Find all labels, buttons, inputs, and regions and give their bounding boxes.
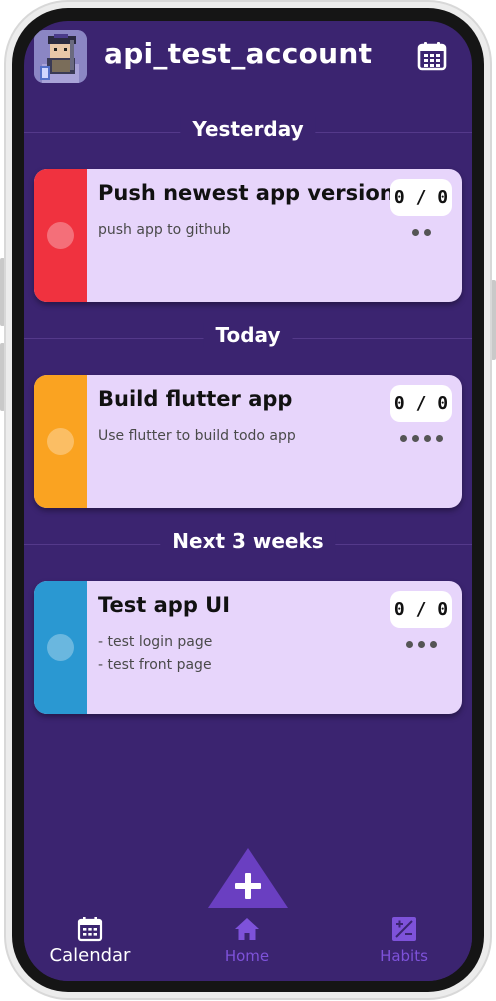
nav-calendar[interactable]: Calendar [30, 916, 150, 976]
task-title: Test app UI [98, 593, 231, 617]
app-header: api_test_account [24, 21, 472, 131]
task-description: push app to github [98, 222, 231, 238]
task-description: - test login page - test front page [98, 634, 213, 673]
section-label: Today [203, 323, 293, 347]
nav-home[interactable]: Home [187, 916, 307, 976]
section-header-next-3-weeks: Next 3 weeks [24, 529, 472, 559]
task-complete-toggle[interactable] [47, 634, 74, 661]
task-progress-count: 0 / 0 [390, 385, 452, 422]
task-progress-count: 0 / 0 [390, 179, 452, 216]
calendar-icon [417, 42, 447, 71]
task-more-dots[interactable] [390, 222, 452, 242]
nav-habits-label: Habits [380, 947, 428, 965]
home-icon [235, 918, 259, 940]
nav-home-label: Home [224, 947, 270, 965]
section-header-yesterday: Yesterday [24, 117, 472, 147]
task-title: Push newest app version [98, 181, 395, 205]
app-screen: api_test_account Yesterday Push newest a… [24, 21, 472, 981]
bottom-navigation: Calendar Home Habits [24, 906, 472, 981]
task-card[interactable]: Build flutter app Use flutter to build t… [34, 375, 462, 508]
avatar[interactable] [34, 30, 87, 83]
task-progress-count: 0 / 0 [390, 591, 452, 628]
task-complete-toggle[interactable] [47, 428, 74, 455]
page-title: api_test_account [104, 37, 373, 70]
nav-habits[interactable]: Habits [344, 916, 464, 976]
calendar-button[interactable] [416, 40, 448, 72]
task-description: Use flutter to build todo app [98, 428, 296, 444]
task-more-dots[interactable] [390, 634, 452, 654]
add-task-button[interactable] [208, 848, 288, 908]
section-header-today: Today [24, 323, 472, 353]
nav-calendar-label: Calendar [49, 945, 131, 966]
section-label: Yesterday [180, 117, 316, 141]
task-card[interactable]: Test app UI - test login page - test fro… [34, 581, 462, 714]
section-label: Next 3 weeks [160, 529, 336, 553]
task-complete-toggle[interactable] [47, 222, 74, 249]
task-title: Build flutter app [98, 387, 293, 411]
task-more-dots[interactable] [390, 428, 452, 448]
habits-icon [392, 917, 416, 941]
task-card[interactable]: Push newest app version push app to gith… [34, 169, 462, 302]
pixel-character-avatar-icon [34, 30, 87, 83]
plus-icon [208, 848, 288, 908]
calendar-icon [77, 917, 103, 942]
